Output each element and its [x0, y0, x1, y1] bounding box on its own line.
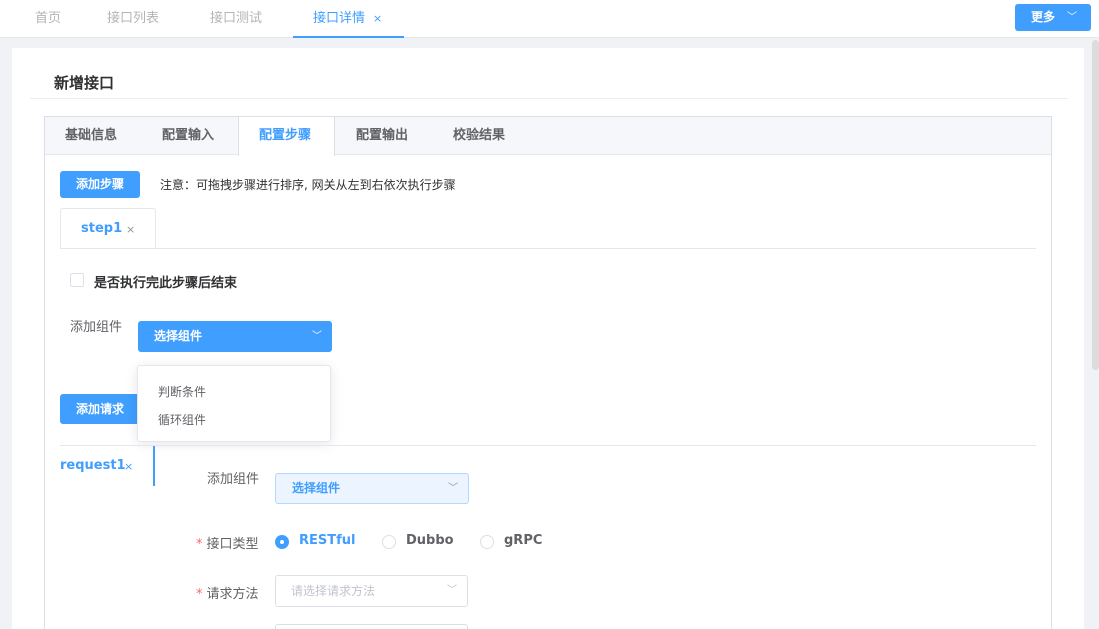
more-button-label: 更多: [1031, 10, 1056, 24]
tab-config-input[interactable]: 配置输入: [162, 117, 214, 155]
method-select[interactable]: 请选择请求方法 ﹀: [275, 575, 468, 607]
add-step-button[interactable]: 添加步骤: [60, 171, 140, 198]
chevron-down-icon: ﹀: [448, 483, 458, 494]
tab-api-detail[interactable]: 接口详情 ×: [293, 0, 404, 38]
close-icon[interactable]: ×: [124, 460, 133, 473]
end-after-step-checkbox[interactable]: [70, 273, 84, 287]
add-component-label: 添加组件: [70, 320, 123, 335]
request-tab-request1[interactable]: request1: [60, 458, 126, 473]
tab-verify-result[interactable]: 校验结果: [453, 117, 505, 155]
step-tab-label: step1: [81, 221, 123, 236]
request-component-select[interactable]: 选择组件 ﹀: [275, 473, 469, 504]
api-type-label: * 接口类型: [196, 533, 259, 552]
tab-api-detail-label: 接口详情: [313, 11, 366, 26]
scrollbar[interactable]: [1092, 40, 1099, 370]
tab-basic-info[interactable]: 基础信息: [65, 117, 117, 155]
required-mark: *: [196, 537, 203, 552]
required-mark: *: [196, 587, 203, 602]
request-add-component-label: 添加组件: [207, 472, 260, 487]
tab-home[interactable]: 首页: [35, 0, 61, 38]
config-tabs-header: 基础信息 配置输入 配置步骤 配置输出 校验结果: [45, 117, 1051, 156]
radio-grpc-label[interactable]: gRPC: [504, 533, 542, 548]
api-type-label-text: 接口类型: [206, 537, 259, 552]
method-select-placeholder: 请选择请求方法: [291, 584, 376, 598]
radio-grpc[interactable]: [480, 535, 494, 549]
close-icon[interactable]: ×: [126, 223, 135, 236]
radio-dubbo-label[interactable]: Dubbo: [406, 533, 454, 548]
divider: [60, 248, 1036, 249]
add-request-button[interactable]: 添加请求: [60, 394, 140, 424]
dropdown-item-condition[interactable]: 判断条件: [158, 383, 206, 400]
request-component-select-value: 选择组件: [292, 481, 341, 495]
component-select[interactable]: 选择组件 ﹀: [138, 321, 332, 352]
more-button[interactable]: 更多 ﹀: [1015, 4, 1091, 31]
radio-restful-label[interactable]: RESTful: [299, 533, 356, 548]
end-after-step-label: 是否执行完此步骤后结束: [94, 276, 238, 291]
method-label-text: 请求方法: [206, 587, 259, 602]
component-select-value: 选择组件: [154, 329, 203, 343]
drag-note: 注意：可拖拽步骤进行排序, 网关从左到右依次执行步骤: [160, 178, 456, 192]
tab-config-steps[interactable]: 配置步骤: [238, 117, 335, 156]
chevron-down-icon: ﹀: [312, 331, 322, 342]
top-tab-bar: 首页 接口列表 接口测试 接口详情 × 更多 ﹀: [0, 0, 1099, 38]
chevron-down-icon: ﹀: [1067, 12, 1077, 23]
close-icon[interactable]: ×: [373, 12, 382, 25]
next-field-input[interactable]: [275, 624, 468, 629]
dropdown-item-loop[interactable]: 循环组件: [158, 411, 206, 428]
divider: [30, 98, 1068, 99]
tab-config-output[interactable]: 配置输出: [356, 117, 408, 155]
step-tab-step1[interactable]: step1 ×: [60, 208, 156, 249]
active-tab-indicator: [153, 446, 155, 486]
method-label: * 请求方法: [196, 583, 259, 602]
tab-api-test[interactable]: 接口测试: [210, 0, 262, 38]
component-dropdown: 判断条件 循环组件: [137, 365, 331, 442]
radio-restful[interactable]: [275, 535, 289, 549]
divider: [60, 445, 1036, 446]
tab-api-list[interactable]: 接口列表: [107, 0, 159, 38]
chevron-down-icon: ﹀: [447, 585, 457, 596]
radio-dubbo[interactable]: [382, 535, 396, 549]
page-title: 新增接口: [54, 74, 115, 92]
